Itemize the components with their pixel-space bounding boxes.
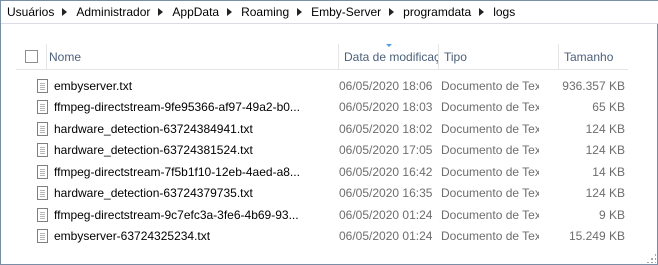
file-name: embyserver-63724325234.txt xyxy=(54,229,211,244)
file-list: embyserver.txt 06/05/2020 18:06 Document… xyxy=(16,75,628,247)
breadcrumb-administrador[interactable]: Administrador xyxy=(69,5,150,19)
text-document-icon xyxy=(37,207,48,222)
text-document-icon xyxy=(37,100,48,115)
file-type: Documento de Texto xyxy=(441,78,539,93)
breadcrumb: Usuários Administrador AppData Roaming E… xyxy=(1,1,658,24)
breadcrumb-roaming[interactable]: Roaming xyxy=(234,5,289,19)
chevron-right-icon[interactable] xyxy=(157,7,165,17)
file-name: ffmpeg-directstream-9c7efc3a-3fe6-4b69-9… xyxy=(54,207,299,222)
file-row[interactable]: hardware_detection-63724381524.txt 06/05… xyxy=(16,140,628,162)
column-header-type-label: Tipo xyxy=(444,49,467,64)
column-header-size-label: Tamanho xyxy=(564,49,614,64)
column-header-date-label: Data de modificação xyxy=(344,49,438,64)
chevron-right-icon[interactable] xyxy=(61,7,69,17)
column-header-date[interactable]: Data de modificação xyxy=(338,44,438,69)
file-row[interactable]: ffmpeg-directstream-9c7efc3a-3fe6-4b69-9… xyxy=(16,204,628,226)
column-header-type[interactable]: Tipo xyxy=(438,44,558,69)
resize-grip[interactable] xyxy=(646,253,656,263)
file-size: 15.249 KB xyxy=(568,229,625,244)
breadcrumb-logs[interactable]: logs xyxy=(486,5,515,19)
column-header-size[interactable]: Tamanho xyxy=(558,44,628,69)
file-type: Documento de Texto xyxy=(441,164,539,179)
breadcrumb-programdata[interactable]: programdata xyxy=(396,5,471,19)
file-name: hardware_detection-63724384941.txt xyxy=(54,121,253,136)
text-document-icon xyxy=(37,143,48,158)
breadcrumb-emby-server[interactable]: Emby-Server xyxy=(304,5,381,19)
file-date: 06/05/2020 18:03 xyxy=(339,100,433,115)
explorer-window: Usuários Administrador AppData Roaming E… xyxy=(0,0,658,265)
file-date: 06/05/2020 16:42 xyxy=(339,164,433,179)
file-date: 06/05/2020 17:05 xyxy=(339,143,433,158)
text-document-icon xyxy=(37,229,48,244)
file-type: Documento de Texto xyxy=(441,207,539,222)
text-document-icon xyxy=(37,121,48,136)
file-row[interactable]: hardware_detection-63724379735.txt 06/05… xyxy=(16,183,628,205)
file-size: 65 KB xyxy=(592,100,625,115)
file-size: 124 KB xyxy=(585,121,625,136)
select-all-checkbox[interactable] xyxy=(24,50,38,63)
file-date: 06/05/2020 01:24 xyxy=(339,229,433,244)
file-name: ffmpeg-directstream-9fe95366-af97-49a2-b… xyxy=(54,100,300,115)
file-size: 9 KB xyxy=(598,207,625,222)
file-row[interactable]: embyserver.txt 06/05/2020 18:06 Document… xyxy=(16,75,628,97)
file-size: 14 KB xyxy=(592,164,625,179)
file-date: 06/05/2020 01:24 xyxy=(339,207,433,222)
file-name: embyserver.txt xyxy=(54,78,133,93)
file-type: Documento de Texto xyxy=(441,186,539,201)
file-size: 936.357 KB xyxy=(562,78,625,93)
file-date: 06/05/2020 16:35 xyxy=(339,186,433,201)
file-type: Documento de Texto xyxy=(441,229,539,244)
file-name: ffmpeg-directstream-7f5b1f10-12eb-4aed-a… xyxy=(54,164,300,179)
file-type: Documento de Texto xyxy=(441,100,539,115)
file-size: 124 KB xyxy=(585,143,625,158)
file-name: hardware_detection-63724381524.txt xyxy=(54,143,253,158)
breadcrumb-usuarios[interactable]: Usuários xyxy=(1,5,54,19)
chevron-right-icon[interactable] xyxy=(226,7,234,17)
select-all-header xyxy=(16,44,46,69)
file-date: 06/05/2020 18:06 xyxy=(339,78,433,93)
chevron-right-icon[interactable] xyxy=(478,7,486,17)
file-size: 124 KB xyxy=(585,186,625,201)
chevron-right-icon[interactable] xyxy=(296,7,304,17)
text-document-icon xyxy=(37,186,48,201)
breadcrumb-appdata[interactable]: AppData xyxy=(165,5,219,19)
file-row[interactable]: ffmpeg-directstream-7f5b1f10-12eb-4aed-a… xyxy=(16,161,628,183)
column-header-name[interactable]: Nome xyxy=(46,44,338,69)
column-header-name-label: Nome xyxy=(49,49,82,64)
column-header-row: Nome Data de modificação Tipo Tamanho xyxy=(16,44,628,70)
file-date: 06/05/2020 18:02 xyxy=(339,121,433,136)
chevron-right-icon[interactable] xyxy=(388,7,396,17)
file-row[interactable]: hardware_detection-63724384941.txt 06/05… xyxy=(16,118,628,140)
sort-descending-icon xyxy=(385,44,393,47)
file-name: hardware_detection-63724379735.txt xyxy=(54,186,253,201)
file-type: Documento de Texto xyxy=(441,143,539,158)
file-row[interactable]: ffmpeg-directstream-9fe95366-af97-49a2-b… xyxy=(16,97,628,119)
text-document-icon xyxy=(37,78,48,93)
file-row[interactable]: embyserver-63724325234.txt 06/05/2020 01… xyxy=(16,226,628,248)
text-document-icon xyxy=(37,164,48,179)
file-type: Documento de Texto xyxy=(441,121,539,136)
